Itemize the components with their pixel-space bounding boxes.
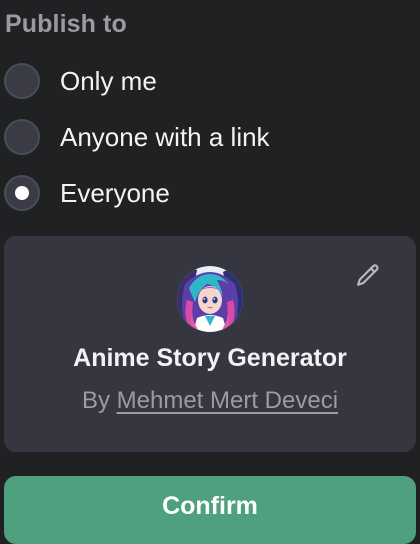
gpt-name: Anime Story Generator [73, 344, 347, 372]
option-label-everyone: Everyone [60, 177, 170, 208]
publish-dialog: Publish to Only me Anyone with a link Ev… [0, 0, 420, 544]
byline-prefix: By [81, 387, 110, 414]
radio-option-only-me[interactable]: Only me [4, 61, 157, 101]
gpt-card: Anime Story Generator By Mehmet Mert Dev… [4, 236, 416, 452]
gpt-byline: By Mehmet Mert Deveci [4, 387, 416, 415]
radio-button-unchecked[interactable] [4, 119, 40, 155]
radio-selected-dot [15, 186, 29, 200]
publish-to-heading: Publish to [5, 10, 127, 38]
radio-button-checked[interactable] [4, 175, 40, 211]
gpt-avatar [177, 266, 243, 332]
radio-option-everyone[interactable]: Everyone [4, 173, 170, 213]
option-label-only-me: Only me [60, 65, 157, 96]
option-label-anyone-with-link: Anyone with a link [60, 121, 270, 152]
author-link[interactable]: Mehmet Mert Deveci [117, 387, 338, 414]
pencil-icon[interactable] [354, 262, 382, 290]
radio-button-unchecked[interactable] [4, 63, 40, 99]
radio-option-anyone-with-link[interactable]: Anyone with a link [4, 117, 270, 157]
confirm-button[interactable]: Confirm [4, 476, 416, 544]
